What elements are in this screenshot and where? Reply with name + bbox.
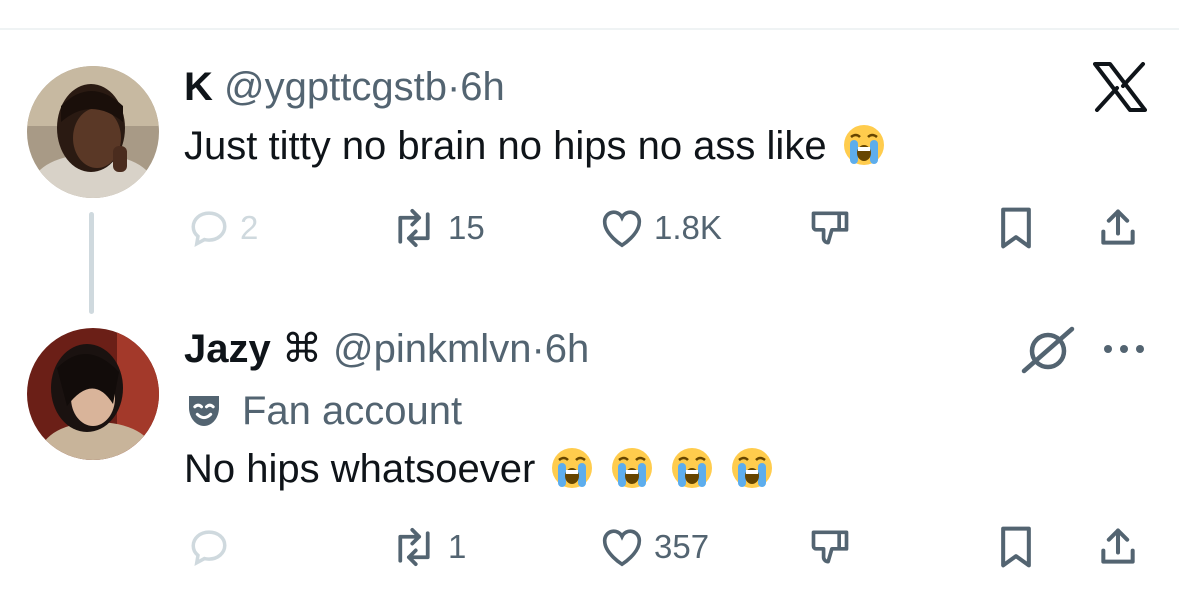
downvote-icon <box>811 211 849 245</box>
display-name[interactable]: Jazy <box>184 327 271 371</box>
name-symbol: ⌘ <box>281 327 322 371</box>
tweet-2-actions: 1 357 <box>184 522 1144 572</box>
reply-button[interactable] <box>188 522 240 572</box>
share-button[interactable] <box>1096 522 1140 572</box>
share-icon <box>1101 209 1135 245</box>
reply-icon <box>191 530 227 567</box>
repost-icon <box>398 208 430 248</box>
thread-line <box>89 212 94 314</box>
fan-account-text: Fan account <box>242 388 463 433</box>
loudly-crying-face-icon <box>550 446 594 490</box>
like-button[interactable]: 1.8K <box>600 203 722 253</box>
loudly-crying-face-icon <box>842 123 886 167</box>
more-icon[interactable] <box>1102 342 1146 356</box>
repost-count: 15 <box>448 209 485 246</box>
fan-account-label: Fan account <box>184 388 462 434</box>
repost-count: 1 <box>448 528 467 565</box>
reply-icon <box>191 211 227 248</box>
downvote-button[interactable] <box>808 203 852 253</box>
repost-button[interactable]: 15 <box>390 203 485 253</box>
repost-button[interactable]: 1 <box>390 522 466 572</box>
grok-icon[interactable] <box>1020 325 1078 375</box>
avatar-k[interactable] <box>27 66 159 198</box>
display-name[interactable]: K <box>184 65 213 109</box>
tweet-1-text-row: Just titty no brain no hips no ass like <box>184 123 886 169</box>
tweet-2-text-row: No hips whatsoever <box>184 446 774 492</box>
repost-icon <box>398 527 430 567</box>
like-icon <box>602 529 642 567</box>
bookmark-button[interactable] <box>996 203 1036 253</box>
like-count: 1.8K <box>654 209 722 246</box>
downvote-button[interactable] <box>808 522 852 572</box>
reply-count: 2 <box>240 209 259 246</box>
share-button[interactable] <box>1096 203 1140 253</box>
timestamp[interactable]: 6h <box>460 65 505 109</box>
like-button[interactable]: 357 <box>600 522 709 572</box>
bookmark-icon <box>1001 207 1031 249</box>
loudly-crying-face-icon <box>610 446 654 490</box>
like-count: 357 <box>654 528 710 565</box>
downvote-icon <box>811 530 849 564</box>
x-logo-icon <box>1093 62 1147 112</box>
fan-account-mask-icon <box>189 396 219 426</box>
reply-button[interactable]: 2 <box>188 203 258 253</box>
top-divider <box>0 28 1179 30</box>
separator-dot: · <box>531 327 545 371</box>
bookmark-icon <box>1001 526 1031 568</box>
tweet-2-header: Jazy ⌘ @pinkmlvn·6h <box>184 326 589 372</box>
user-handle[interactable]: @pinkmlvn <box>333 327 531 371</box>
tweet-text: No hips whatsoever <box>184 447 536 491</box>
tweet-1-actions: 2 15 1.8K <box>184 203 1144 253</box>
separator-dot: · <box>446 65 461 109</box>
loudly-crying-face-icon <box>730 446 774 490</box>
timestamp[interactable]: 6h <box>545 327 590 371</box>
user-handle[interactable]: @ygpttcgstb <box>224 65 447 109</box>
tweet-1-header: K @ygpttcgstb·6h <box>184 64 505 110</box>
share-icon <box>1101 528 1135 564</box>
loudly-crying-face-icon <box>670 446 714 490</box>
tweet-text: Just titty no brain no hips no ass like <box>184 124 827 168</box>
like-icon <box>602 210 642 248</box>
avatar-jazy[interactable] <box>27 328 159 460</box>
bookmark-button[interactable] <box>996 522 1036 572</box>
